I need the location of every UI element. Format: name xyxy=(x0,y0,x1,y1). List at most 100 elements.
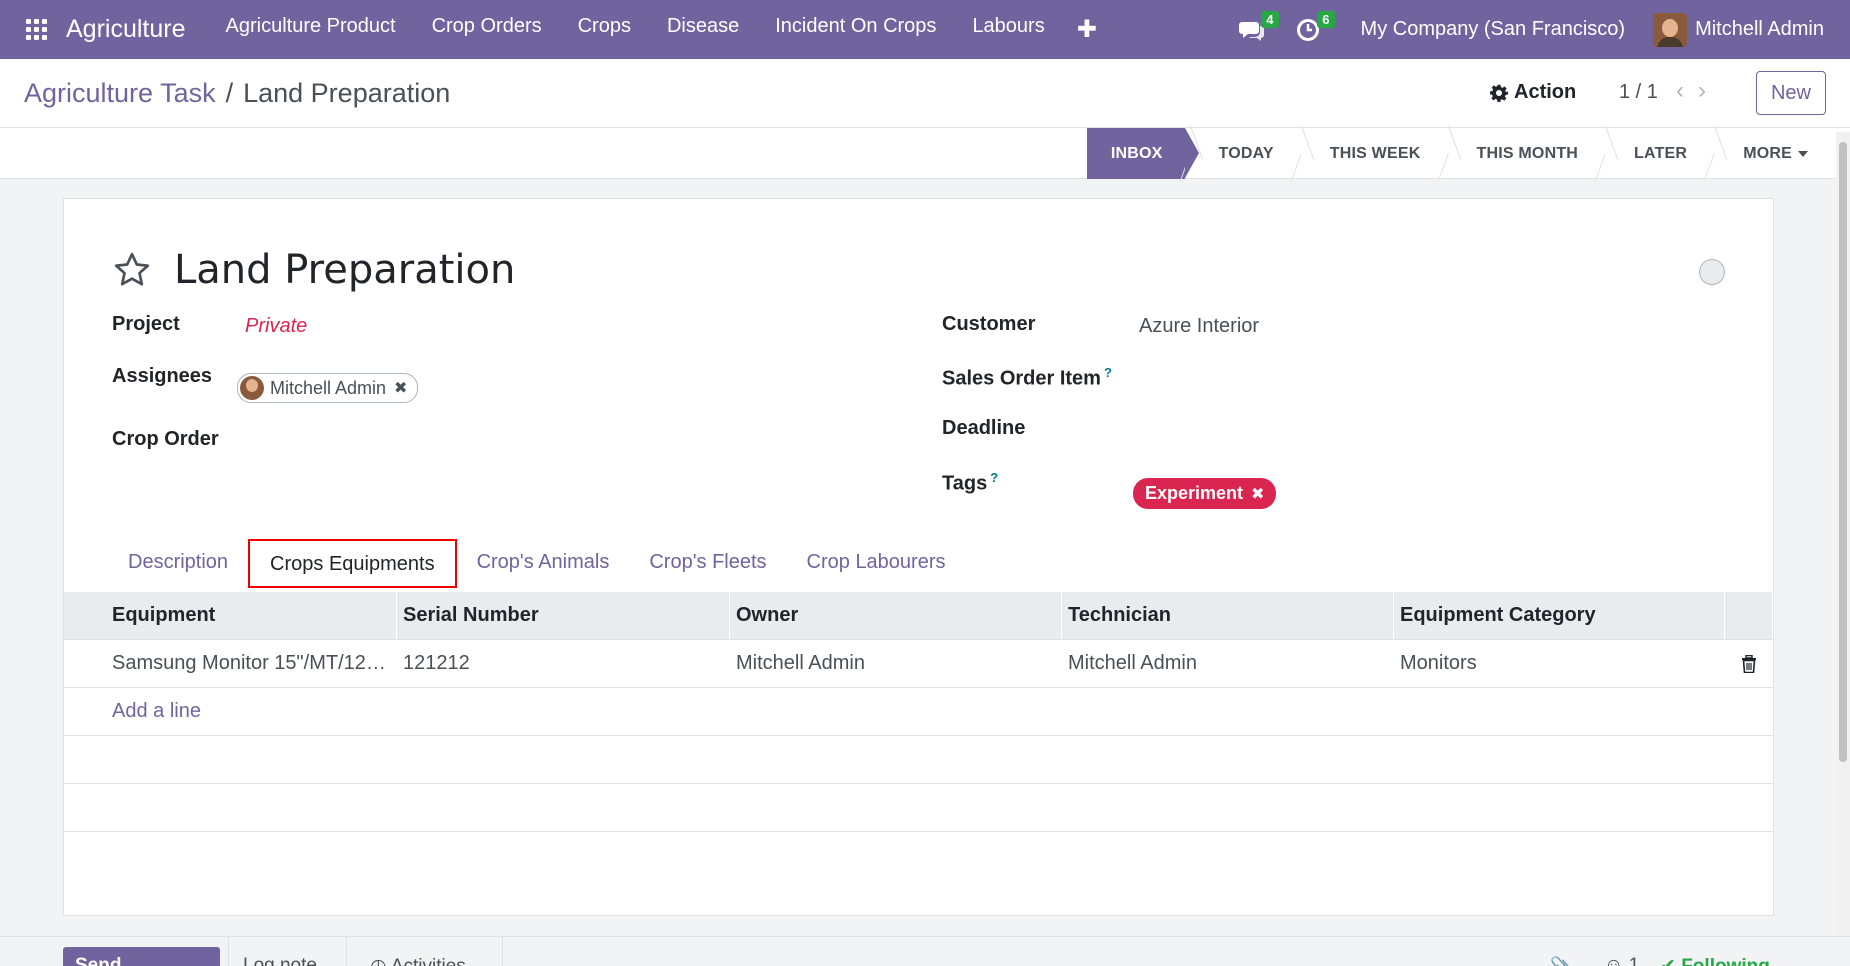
cell-equipment[interactable]: Samsung Monitor 15"/MT/12… xyxy=(64,640,397,687)
column-technician[interactable]: Technician xyxy=(1062,592,1394,639)
crop-order-label: Crop Order xyxy=(112,428,219,450)
record-title[interactable]: Land Preparation xyxy=(174,247,515,293)
cell-owner[interactable]: Mitchell Admin xyxy=(730,640,1062,687)
delete-row-button[interactable] xyxy=(1725,640,1773,687)
customer-field[interactable]: Azure Interior xyxy=(1139,315,1259,338)
menu-agriculture-product[interactable]: Agriculture Product xyxy=(208,15,414,44)
column-serial-number[interactable]: Serial Number xyxy=(397,592,730,639)
tags-label: Tags? xyxy=(942,470,998,496)
scrollbar[interactable] xyxy=(1836,132,1850,966)
divider xyxy=(228,937,229,966)
stage-this-week[interactable]: THIS WEEK xyxy=(1308,128,1443,179)
stage-today[interactable]: TODAY xyxy=(1197,128,1296,179)
remove-icon[interactable]: ✖ xyxy=(394,378,407,398)
title-row: Land Preparation xyxy=(112,247,515,293)
tab-crops-fleets[interactable]: Crop's Fleets xyxy=(629,539,786,588)
menu-crops[interactable]: Crops xyxy=(560,15,649,44)
menu-disease[interactable]: Disease xyxy=(649,15,757,44)
send-message-button[interactable]: Send message xyxy=(63,947,220,966)
stage-selector: INBOX TODAY THIS WEEK THIS MONTH LATER M… xyxy=(1086,128,1830,179)
table-header: Equipment Serial Number Owner Technician… xyxy=(64,592,1773,640)
check-icon: ✔ xyxy=(1660,956,1676,966)
tab-crops-animals[interactable]: Crop's Animals xyxy=(457,539,630,588)
deadline-label: Deadline xyxy=(942,417,1026,439)
clock-icon xyxy=(1296,18,1319,41)
new-button[interactable]: New xyxy=(1756,71,1826,115)
activities-button[interactable]: 6 xyxy=(1293,10,1335,45)
stage-separator xyxy=(1296,128,1308,179)
action-button[interactable]: Action xyxy=(1490,81,1576,104)
add-line-row: Add a line xyxy=(64,688,1773,736)
top-navbar: Agriculture Agriculture Product Crop Ord… xyxy=(0,0,1850,59)
column-owner[interactable]: Owner xyxy=(730,592,1062,639)
stage-more-label: MORE xyxy=(1743,144,1792,162)
breadcrumb-current: Land Preparation xyxy=(243,78,451,108)
assignees-label: Assignees xyxy=(112,365,213,387)
star-icon[interactable] xyxy=(112,250,152,290)
assignee-tag[interactable]: Mitchell Admin ✖ xyxy=(237,373,419,403)
messages-count-badge: 4 xyxy=(1261,10,1279,28)
systray: 4 6 My Company (San Francisco) Mitchell … xyxy=(1237,0,1850,59)
sales-order-item-field[interactable] xyxy=(1139,365,1739,391)
log-note-button[interactable]: Log note xyxy=(243,955,317,966)
crop-order-field[interactable] xyxy=(245,428,745,454)
user-menu[interactable]: Mitchell Admin xyxy=(1695,18,1824,41)
main-menu: Agriculture Product Crop Orders Crops Di… xyxy=(208,15,1111,44)
deadline-field[interactable] xyxy=(1139,417,1739,443)
messages-button[interactable]: 4 xyxy=(1237,10,1279,45)
pager-previous-icon[interactable]: ‹ xyxy=(1676,77,1684,105)
scrollbar-thumb[interactable] xyxy=(1839,142,1847,762)
form-sheet: Land Preparation Project Private Assigne… xyxy=(63,198,1774,916)
cell-equipment-category[interactable]: Monitors xyxy=(1394,640,1725,687)
caret-down-icon xyxy=(1798,150,1808,157)
menu-labours[interactable]: Labours xyxy=(954,15,1062,44)
menu-crop-orders[interactable]: Crop Orders xyxy=(414,15,560,44)
tab-crop-labourers[interactable]: Crop Labourers xyxy=(787,539,966,588)
stage-more-dropdown[interactable]: MORE xyxy=(1721,128,1830,179)
activities-button-chatter[interactable]: ◷ Activities xyxy=(370,955,466,966)
tab-crops-equipments[interactable]: Crops Equipments xyxy=(248,539,457,588)
stage-this-month[interactable]: THIS MONTH xyxy=(1455,128,1601,179)
empty-row xyxy=(64,784,1773,832)
attachment-icon[interactable]: 📎 xyxy=(1550,955,1574,966)
divider xyxy=(502,937,503,966)
user-icon: ☺ xyxy=(1604,955,1624,966)
cell-serial-number[interactable]: 121212 xyxy=(397,640,730,687)
stage-inbox[interactable]: INBOX xyxy=(1086,128,1199,179)
followers-count: 1 xyxy=(1628,955,1640,966)
sales-order-item-label: Sales Order Item? xyxy=(942,365,1112,391)
avatar xyxy=(240,376,264,400)
empty-row xyxy=(64,736,1773,784)
kanban-state-indicator[interactable] xyxy=(1699,259,1725,285)
app-menu-icon[interactable] xyxy=(26,18,48,41)
add-menu-icon[interactable]: ✚ xyxy=(1063,15,1111,44)
followers-button[interactable]: ☺ 1 xyxy=(1604,955,1639,966)
menu-incident-on-crops[interactable]: Incident On Crops xyxy=(757,15,954,44)
breadcrumb-separator: / xyxy=(225,78,234,108)
trash-icon xyxy=(1742,654,1756,673)
breadcrumb-parent[interactable]: Agriculture Task xyxy=(24,78,216,108)
pager-value[interactable]: 1 / 1 xyxy=(1619,81,1658,104)
column-equipment[interactable]: Equipment xyxy=(64,592,397,639)
clock-icon: ◷ xyxy=(370,956,387,966)
following-button[interactable]: ✔ Following xyxy=(1660,955,1770,966)
user-avatar[interactable] xyxy=(1653,12,1688,47)
add-line-link[interactable]: Add a line xyxy=(64,688,201,735)
help-tooltip-icon[interactable]: ? xyxy=(1104,365,1112,380)
project-field[interactable]: Private xyxy=(245,315,307,338)
table-row[interactable]: Samsung Monitor 15"/MT/12… 121212 Mitche… xyxy=(64,640,1773,688)
stage-later[interactable]: LATER xyxy=(1612,128,1709,179)
tab-description[interactable]: Description xyxy=(108,539,248,588)
tag-badge[interactable]: Experiment ✖ xyxy=(1133,478,1277,509)
stage-separator xyxy=(1600,128,1612,179)
help-tooltip-icon[interactable]: ? xyxy=(990,470,998,485)
activities-count-badge: 6 xyxy=(1317,10,1335,28)
remove-icon[interactable]: ✖ xyxy=(1251,484,1264,504)
pager-next-icon[interactable]: › xyxy=(1698,77,1706,105)
tags-label-text: Tags xyxy=(942,472,988,495)
cell-technician[interactable]: Mitchell Admin xyxy=(1062,640,1394,687)
column-equipment-category[interactable]: Equipment Category xyxy=(1394,592,1725,639)
company-switcher[interactable]: My Company (San Francisco) xyxy=(1361,18,1626,41)
breadcrumb: Agriculture Task / Land Preparation xyxy=(24,78,450,109)
app-brand[interactable]: Agriculture xyxy=(66,15,186,44)
